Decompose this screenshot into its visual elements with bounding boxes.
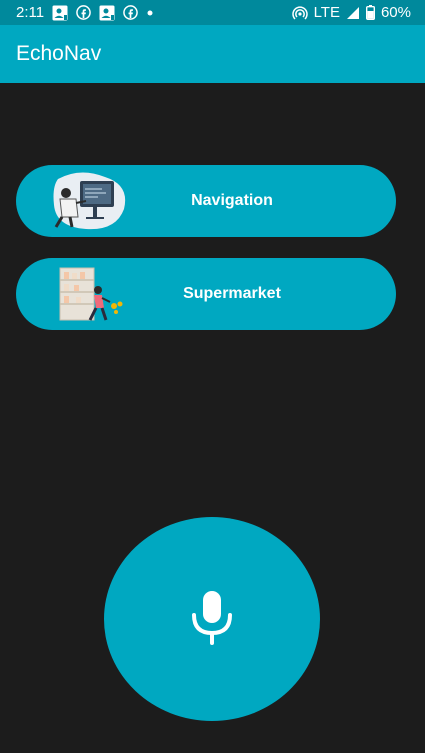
app-title: EchoNav bbox=[16, 42, 102, 65]
signal-icon bbox=[346, 6, 360, 20]
supermarket-label: Supermarket bbox=[183, 285, 281, 302]
navigation-button[interactable]: Navigation bbox=[16, 165, 396, 237]
network-type: LTE bbox=[313, 4, 340, 21]
battery-icon bbox=[365, 5, 375, 20]
navigation-label: Navigation bbox=[191, 192, 273, 209]
contact-card-icon bbox=[52, 5, 68, 21]
facebook-icon bbox=[123, 5, 138, 20]
dot-icon bbox=[146, 9, 154, 17]
facebook-icon bbox=[76, 5, 91, 20]
contact-card-icon bbox=[99, 5, 115, 21]
hotspot-icon bbox=[291, 5, 308, 21]
battery-percent: 60% bbox=[380, 4, 411, 21]
supermarket-button[interactable]: Supermarket bbox=[16, 258, 396, 330]
microphone-button[interactable] bbox=[104, 517, 320, 721]
microphone-icon bbox=[190, 589, 234, 650]
status-bar: 2:11 LTE 60% bbox=[0, 0, 425, 25]
status-time: 2:11 bbox=[16, 4, 45, 21]
app-bar: EchoNav bbox=[0, 25, 425, 83]
